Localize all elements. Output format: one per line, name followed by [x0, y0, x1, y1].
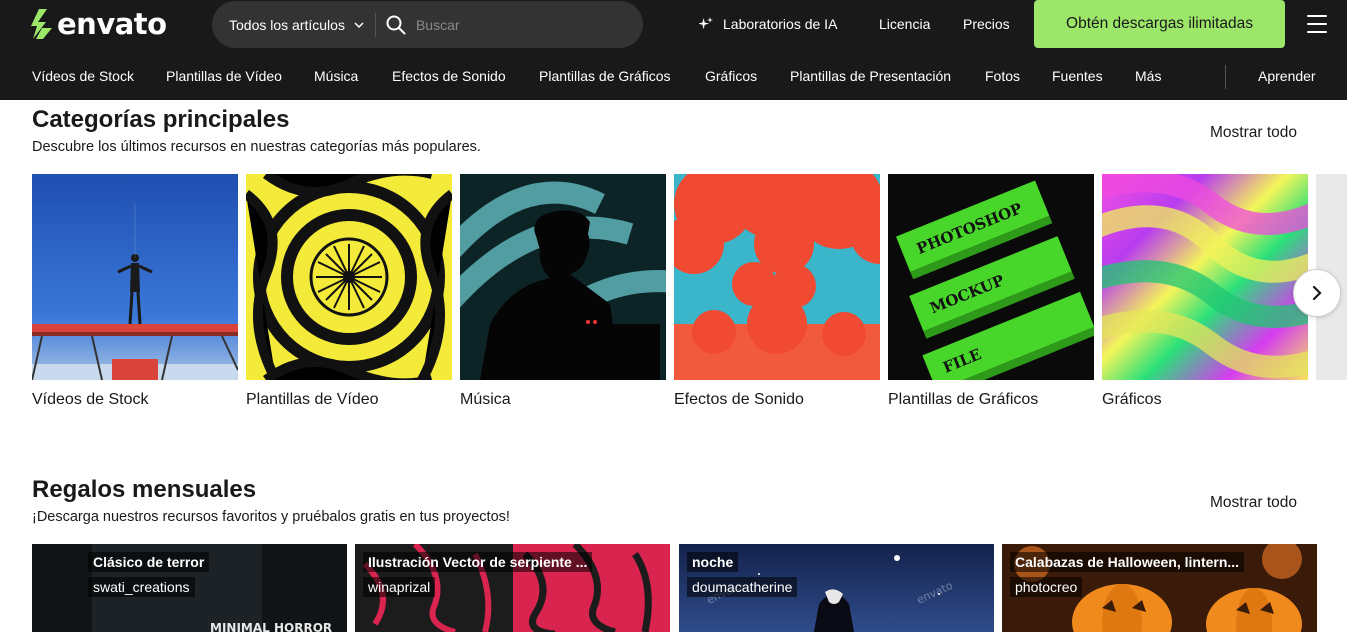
show-all-categories-link[interactable]: Mostrar todo	[1210, 124, 1297, 142]
category-label-stock-video: Vídeos de Stock	[32, 391, 149, 408]
search-icon[interactable]	[386, 15, 406, 35]
gift-card-horror[interactable]: MINIMAL HORROR Clásico de terror swati_c…	[32, 544, 347, 632]
search-category-select[interactable]: Todos los artículos	[229, 17, 364, 33]
gift-info-night: noche doumacatherine	[687, 552, 798, 602]
gift-author: swati_creations	[88, 577, 195, 597]
category-card-sound-effects[interactable]	[674, 174, 880, 380]
nav-divider	[1225, 65, 1226, 89]
ai-labs-link[interactable]: Laboratorios de IA	[699, 0, 837, 48]
graphics-thumbnail	[1102, 174, 1308, 380]
gift-info-snake-vector: Ilustración Vector de serpiente ... wina…	[363, 552, 593, 602]
section-subtitle-top-categories: Descubre los últimos recursos en nuestra…	[32, 139, 481, 155]
category-navigation: Vídeos de Stock Plantillas de Vídeo Músi…	[0, 53, 1347, 100]
gift-card-snake-vector[interactable]: Ilustración Vector de serpiente ... wina…	[355, 544, 670, 632]
ai-labs-label: Laboratorios de IA	[723, 16, 838, 32]
search-input[interactable]	[415, 16, 616, 33]
sparkle-icon	[699, 17, 713, 30]
music-thumbnail	[460, 174, 666, 380]
search-bar: Todos los artículos	[212, 1, 643, 48]
envato-logo[interactable]: envato	[30, 7, 167, 41]
category-card-graphics[interactable]	[1102, 174, 1308, 380]
gift-author: winaprizal	[363, 577, 436, 597]
top-navigation-bar: envato Todos los artículos Laboratorios …	[0, 0, 1347, 100]
category-label-video-templates: Plantillas de Vídeo	[246, 391, 379, 408]
nav-item-video-templates[interactable]: Plantillas de Vídeo	[166, 68, 282, 84]
nav-item-stock-video[interactable]: Vídeos de Stock	[32, 68, 134, 84]
nav-item-photos[interactable]: Fotos	[985, 68, 1020, 84]
nav-item-graphic-templates[interactable]: Plantillas de Gráficos	[539, 68, 671, 84]
gift-title: Calabazas de Halloween, lintern...	[1010, 552, 1245, 572]
stock-video-thumbnail	[32, 174, 238, 380]
nav-item-sound-effects[interactable]: Efectos de Sonido	[392, 68, 506, 84]
video-templates-thumbnail	[246, 174, 452, 380]
gift-card-night[interactable]: envato envato noche doumacatherine	[679, 544, 994, 632]
category-label-sound-effects: Efectos de Sonido	[674, 391, 804, 408]
category-label-graphic-templates: Plantillas de Gráficos	[888, 391, 1039, 408]
category-card-video-templates[interactable]	[246, 174, 452, 380]
nav-item-presentation-templates[interactable]: Plantillas de Presentación	[790, 68, 951, 84]
category-card-music[interactable]	[460, 174, 666, 380]
sound-effects-thumbnail	[674, 174, 880, 380]
nav-item-learn[interactable]: Aprender	[1258, 68, 1316, 84]
nav-item-more[interactable]: Más	[1135, 68, 1161, 84]
category-label-graphics: Gráficos	[1102, 391, 1162, 408]
unlimited-downloads-button[interactable]: Obtén descargas ilimitadas	[1034, 0, 1285, 48]
license-link[interactable]: Licencia	[879, 0, 930, 48]
gift-title: noche	[687, 552, 739, 572]
search-category-label: Todos los artículos	[229, 16, 345, 33]
envato-wordmark: envato	[57, 7, 167, 41]
nav-item-music[interactable]: Música	[314, 68, 358, 84]
gift-info-horror: Clásico de terror swati_creations	[88, 552, 210, 602]
graphic-templates-thumbnail: PHOTOSHOP MOCKUP FILE	[888, 174, 1094, 380]
nav-item-fonts[interactable]: Fuentes	[1052, 68, 1103, 84]
pricing-link[interactable]: Precios	[963, 0, 1010, 48]
section-title-monthly-gifts: Regalos mensuales	[32, 476, 257, 503]
category-label-music: Música	[460, 391, 511, 408]
hamburger-menu-icon[interactable]	[1307, 15, 1327, 33]
carousel-next-button[interactable]	[1293, 269, 1341, 317]
gift-info-halloween-pumpkins: Calabazas de Halloween, lintern... photo…	[1010, 552, 1245, 602]
category-card-graphic-templates[interactable]: PHOTOSHOP MOCKUP FILE	[888, 174, 1094, 380]
section-title-top-categories: Categorías principales	[32, 106, 290, 133]
gift-card-halloween-pumpkins[interactable]: Calabazas de Halloween, lintern... photo…	[1002, 544, 1317, 632]
show-all-gifts-link[interactable]: Mostrar todo	[1210, 494, 1297, 512]
chevron-down-icon	[354, 21, 364, 28]
search-divider	[374, 12, 376, 37]
envato-leaf-icon	[31, 9, 52, 39]
horror-overlay-text: MINIMAL HORROR	[210, 621, 332, 632]
gift-title: Clásico de terror	[88, 552, 210, 572]
category-card-stock-video[interactable]	[32, 174, 238, 380]
gift-author: photocreo	[1010, 577, 1083, 597]
gift-author: doumacatherine	[687, 577, 798, 597]
chevron-right-icon	[1312, 286, 1322, 300]
nav-item-graphics[interactable]: Gráficos	[705, 68, 757, 84]
gift-title: Ilustración Vector de serpiente ...	[363, 552, 593, 572]
section-subtitle-monthly-gifts: ¡Descarga nuestros recursos favoritos y …	[32, 509, 510, 525]
